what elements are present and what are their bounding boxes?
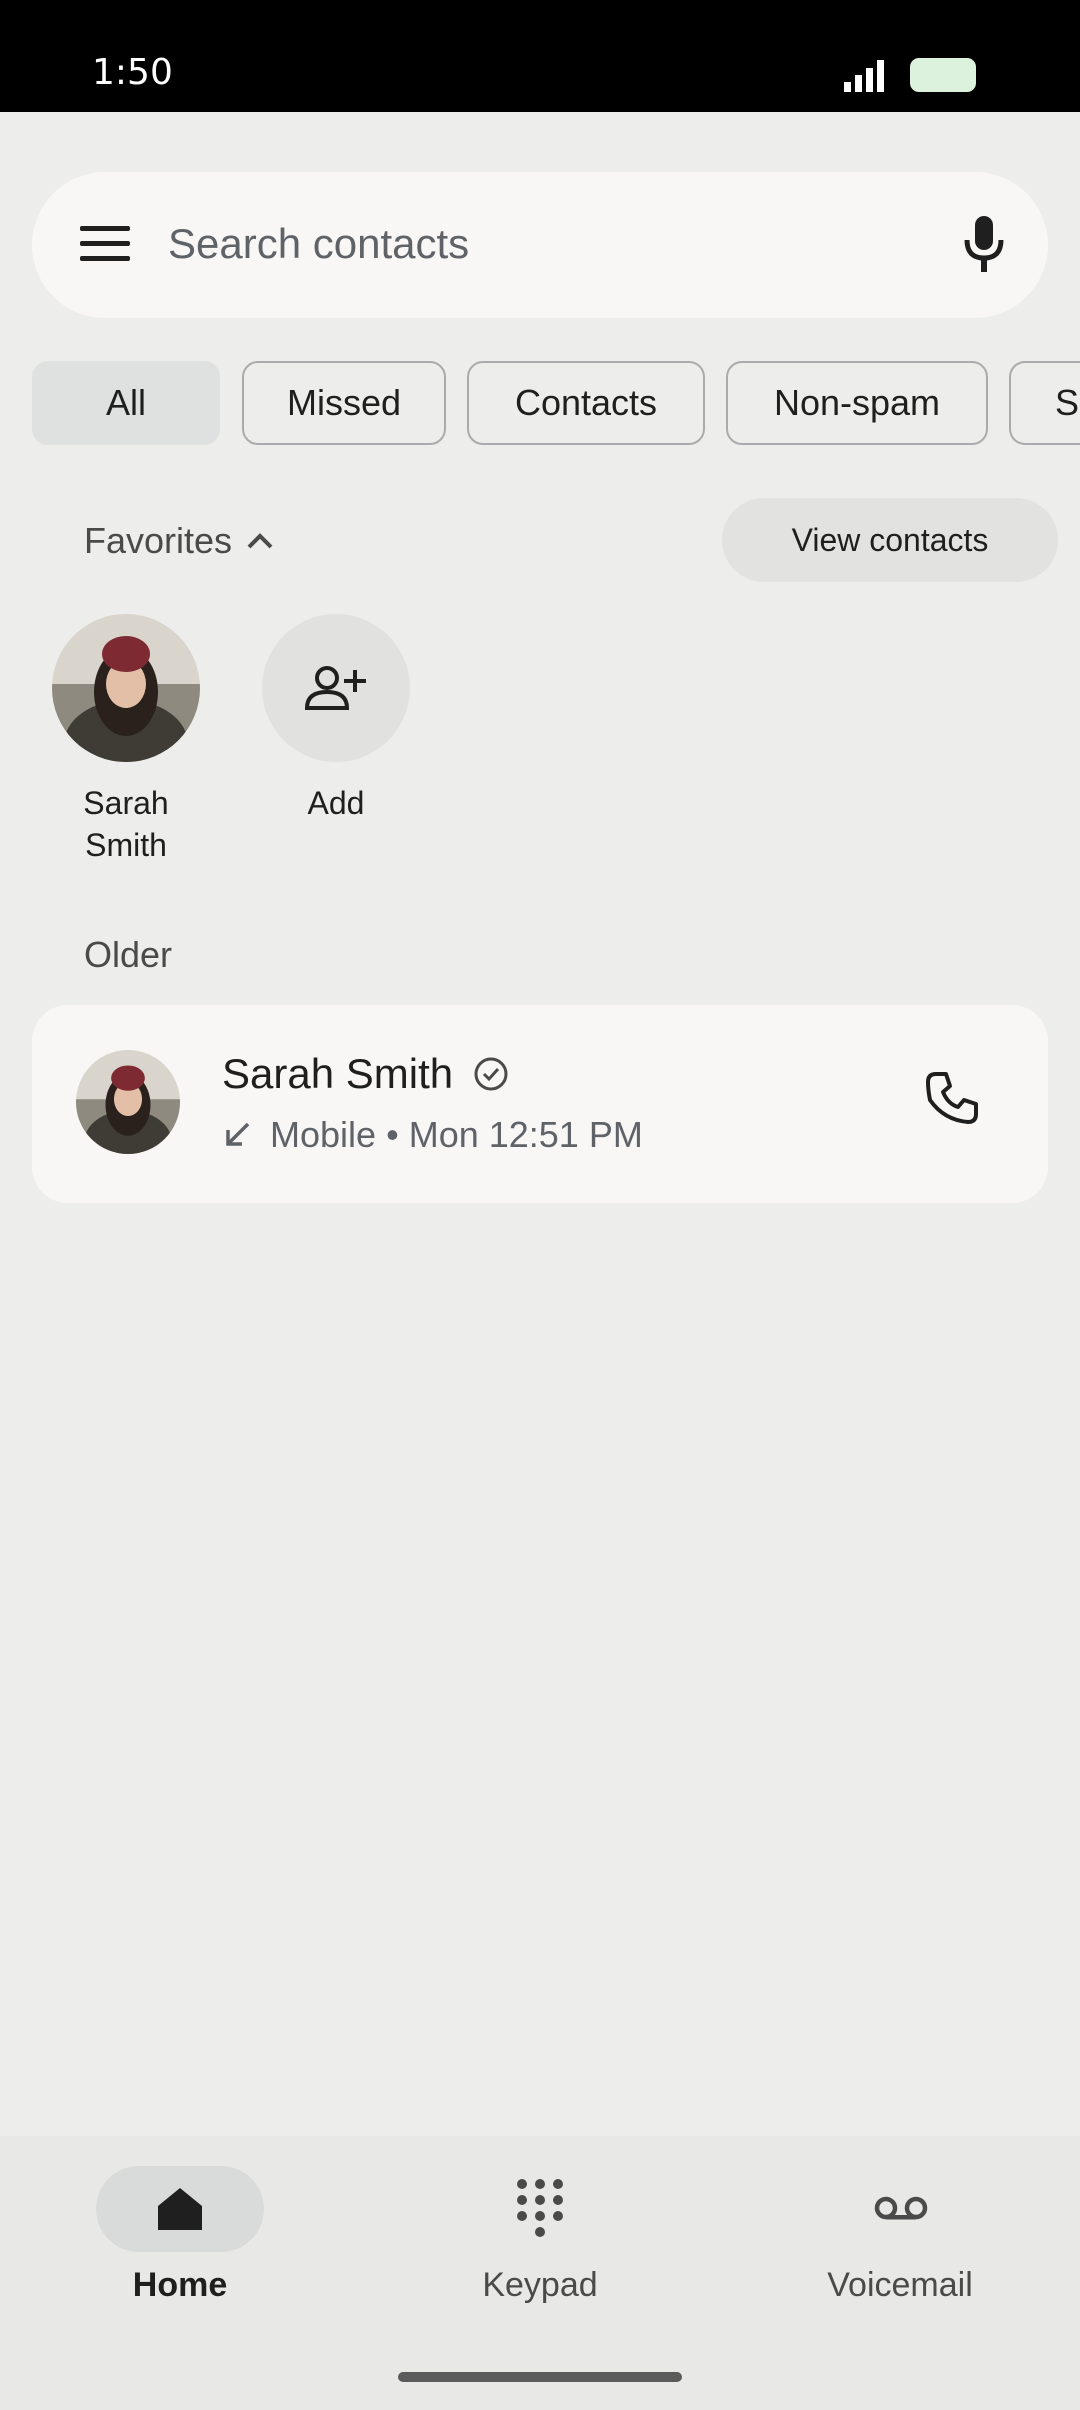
caller-name: Sarah Smith <box>222 1050 454 1097</box>
filter-chip-label: Contacts <box>514 382 658 423</box>
nav-label-keypad: Keypad <box>482 2266 598 2304</box>
add-favorite-label: Add <box>307 785 365 821</box>
filter-chip-spam[interactable]: Sp <box>1009 361 1080 445</box>
nav-label-voicemail: Voicemail <box>827 2266 973 2304</box>
search-input[interactable]: Search contacts <box>168 220 469 268</box>
favorite-avatar[interactable] <box>52 614 200 762</box>
filter-chip-contacts[interactable]: Contacts <box>467 361 705 445</box>
filter-chip-label: All <box>105 382 146 423</box>
favorites-title: Favorites <box>84 520 233 561</box>
add-favorite-button[interactable] <box>262 614 410 762</box>
signal-icon <box>844 60 884 92</box>
call-log-item[interactable] <box>32 1005 1048 1203</box>
caller-avatar[interactable] <box>76 1050 180 1154</box>
filter-chip-label: Sp <box>1055 382 1080 423</box>
add-person-icon <box>305 666 366 710</box>
nav-label-home: Home <box>132 2266 228 2304</box>
call-meta: Mobile • Mon 12:51 PM <box>222 1114 643 1156</box>
incoming-call-arrow-icon <box>226 1122 250 1146</box>
call-type: Mobile <box>270 1114 377 1155</box>
call-phone-icon[interactable] <box>924 1070 980 1126</box>
status-bar: 1:50 <box>0 0 1080 112</box>
view-contacts-button[interactable]: View contacts <box>722 498 1058 582</box>
filter-chip-all[interactable]: All <box>32 361 220 445</box>
nav-item-keypad[interactable]: Keypad <box>420 2166 660 2316</box>
home-icon <box>158 2188 202 2230</box>
nav-item-home[interactable]: Home <box>60 2166 300 2316</box>
favorite-name-line: Sarah <box>83 785 169 821</box>
avatar-photo <box>52 614 200 762</box>
verified-icon <box>474 1057 508 1091</box>
chevron-up-icon <box>247 533 273 549</box>
menu-icon[interactable] <box>80 224 130 264</box>
dialpad-icon <box>517 2179 563 2237</box>
favorites-header[interactable]: Favorites <box>84 520 274 562</box>
filter-chip-missed[interactable]: Missed <box>242 361 446 445</box>
filter-chip-label: Non-spam <box>773 382 941 423</box>
call-time: Mon 12:51 PM <box>408 1114 643 1155</box>
view-contacts-label: View contacts <box>791 521 989 558</box>
favorite-name: Sarah Smith <box>52 782 200 866</box>
filter-chip-label: Missed <box>286 382 402 423</box>
gesture-home-indicator[interactable] <box>398 2372 682 2382</box>
section-label-older: Older <box>84 934 173 975</box>
mic-icon[interactable] <box>962 214 1006 274</box>
nav-item-voicemail[interactable]: Voicemail <box>780 2166 1020 2316</box>
battery-icon <box>910 58 976 92</box>
filter-chip-non-spam[interactable]: Non-spam <box>726 361 988 445</box>
favorite-name-line: Smith <box>85 827 167 863</box>
voicemail-icon <box>874 2196 928 2220</box>
avatar-photo <box>76 1050 180 1154</box>
status-time: 1:50 <box>92 52 173 93</box>
call-meta-separator: • <box>386 1114 399 1155</box>
caller-name-row: Sarah Smith <box>222 1050 509 1098</box>
